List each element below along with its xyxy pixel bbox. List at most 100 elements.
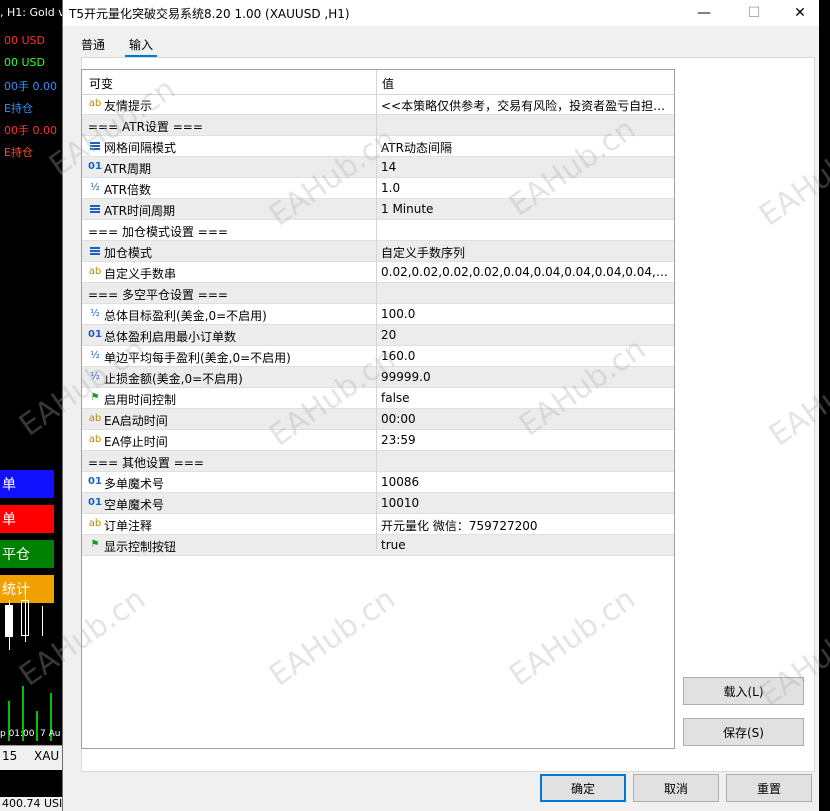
candle [21, 600, 29, 636]
input-name: 显示控制按钮 [104, 540, 177, 554]
background-terminal-right [818, 0, 830, 811]
column-header-value[interactable]: 值 [382, 75, 394, 92]
input-row[interactable]: 加仓模式 自定义手数序列 [82, 241, 674, 262]
column-separator[interactable] [376, 70, 377, 550]
input-row[interactable]: === 加仓模式设置 === [82, 220, 674, 241]
window-title: T5开元量化突破交易系统8.20 1.00 (XAUUSD ,H1) [69, 7, 350, 21]
input-value[interactable]: <<本策略仅供参考，交易有风险，投资者盈亏自担>> [381, 97, 671, 114]
input-name: 空单魔术号 [104, 498, 165, 512]
minimize-button[interactable]: — [681, 0, 727, 26]
string-type-icon: ab [88, 518, 102, 529]
chart-control-button[interactable]: 单 [0, 505, 54, 533]
input-name: ATR时间周期 [104, 204, 175, 218]
indicator-line: E持仓 [4, 102, 33, 115]
tab-inputs[interactable]: 输入 [125, 34, 158, 57]
input-value[interactable]: 23:59 [381, 433, 671, 447]
string-type-icon: ab [88, 98, 102, 109]
double-type-icon: ½ [90, 308, 100, 319]
input-value[interactable]: 开元量化 微信：759727200 [381, 517, 671, 534]
input-value[interactable]: true [381, 538, 671, 552]
input-value[interactable]: false [381, 391, 671, 405]
ok-button[interactable]: 确定 [540, 774, 626, 802]
input-value[interactable]: 20 [381, 328, 671, 342]
input-row[interactable]: ½ 止损金额(美金,0=不启用) 99999.0 [82, 367, 674, 388]
input-row[interactable]: 01 多单魔术号 10086 [82, 472, 674, 493]
input-value[interactable]: 10010 [381, 496, 671, 510]
input-row[interactable]: ab 订单注释 开元量化 微信：759727200 [82, 514, 674, 535]
close-button[interactable]: ✕ [777, 0, 823, 26]
input-value[interactable]: 自定义手数序列 [381, 244, 671, 261]
input-name: 总体盈利启用最小订单数 [104, 330, 237, 344]
input-name: 单边平均每手盈利(美金,0=不启用) [104, 351, 291, 365]
double-type-icon: ½ [90, 371, 100, 382]
input-row[interactable]: 01 ATR周期 14 [82, 157, 674, 178]
grid-header: 可变 值 [82, 70, 674, 95]
input-name: ATR周期 [104, 162, 151, 176]
chart-tab[interactable]: 15 [2, 749, 17, 763]
tab-common[interactable]: 普通 [77, 34, 109, 55]
input-row[interactable]: === 多空平仓设置 === [82, 283, 674, 304]
input-row[interactable]: 网格间隔模式 ATR动态间隔 [82, 136, 674, 157]
input-row[interactable]: ½ 单边平均每手盈利(美金,0=不启用) 160.0 [82, 346, 674, 367]
chart-control-button[interactable]: 单 [0, 470, 54, 498]
input-name: EA启动时间 [104, 414, 168, 428]
input-value[interactable]: 0.02,0.02,0.02,0.02,0.04,0.04,0.04,0.04,… [381, 265, 671, 279]
input-name: 自定义手数串 [104, 267, 177, 281]
chart-control-button[interactable]: 统计 [0, 575, 54, 603]
section-header: === 多空平仓设置 === [88, 288, 228, 302]
enum-type-icon [88, 140, 102, 152]
chart-tab[interactable]: XAU [34, 749, 59, 763]
ea-properties-dialog: T5开元量化突破交易系统8.20 1.00 (XAUUSD ,H1) — ☐ ✕… [62, 0, 819, 811]
candle-wick [42, 606, 43, 636]
chart-header: , H1: Gold v [0, 6, 62, 19]
section-header: === 加仓模式设置 === [88, 225, 228, 239]
input-name: 加仓模式 [104, 246, 153, 260]
load-button[interactable]: 载入(L) [683, 677, 804, 705]
candle [5, 605, 13, 637]
maximize-button[interactable]: ☐ [731, 0, 777, 26]
enum-type-icon [88, 203, 102, 215]
input-row[interactable]: ab EA启动时间 00:00 [82, 409, 674, 430]
chart-control-button[interactable]: 平仓 [0, 540, 54, 568]
input-row[interactable]: ab 自定义手数串 0.02,0.02,0.02,0.02,0.04,0.04,0.… [82, 262, 674, 283]
input-row[interactable]: 01 总体盈利启用最小订单数 20 [82, 325, 674, 346]
column-header-variable[interactable]: 可变 [89, 75, 113, 92]
time-label: p 01:00 [0, 729, 35, 739]
input-row[interactable]: ½ 总体目标盈利(美金,0=不启用) 100.0 [82, 304, 674, 325]
section-header: === 其他设置 === [88, 456, 204, 470]
input-row[interactable]: === ATR设置 === [82, 115, 674, 136]
input-value[interactable]: 1.0 [381, 181, 671, 195]
integer-type-icon: 01 [88, 161, 102, 172]
cancel-button[interactable]: 取消 [633, 774, 719, 802]
inputs-grid[interactable]: 可变 值 ab 友情提示 <<本策略仅供参考，交易有风险，投资者盈亏自担>> === … [81, 69, 675, 749]
time-label: 7 Au [40, 729, 61, 739]
input-row[interactable]: ⚑ 启用时间控制 false [82, 388, 674, 409]
input-row[interactable]: ab 友情提示 <<本策略仅供参考，交易有风险，投资者盈亏自担>> [82, 94, 674, 115]
title-bar[interactable]: T5开元量化突破交易系统8.20 1.00 (XAUUSD ,H1) — ☐ ✕ [63, 0, 819, 26]
input-row[interactable]: ab EA停止时间 23:59 [82, 430, 674, 451]
bool-type-icon: ⚑ [90, 539, 100, 550]
input-value[interactable]: 160.0 [381, 349, 671, 363]
input-row[interactable]: ⚑ 显示控制按钮 true [82, 535, 674, 556]
input-row[interactable]: ATR时间周期 1 Minute [82, 199, 674, 220]
save-button[interactable]: 保存(S) [683, 718, 804, 746]
input-value[interactable]: 14 [381, 160, 671, 174]
string-type-icon: ab [88, 413, 102, 424]
input-row[interactable]: ½ ATR倍数 1.0 [82, 178, 674, 199]
double-type-icon: ½ [90, 182, 100, 193]
bool-type-icon: ⚑ [90, 392, 100, 403]
indicator-line: E持仓 [4, 146, 33, 159]
input-name: 订单注释 [104, 519, 153, 533]
input-row[interactable]: 01 空单魔术号 10010 [82, 493, 674, 514]
input-value[interactable]: ATR动态间隔 [381, 139, 671, 156]
input-name: ATR倍数 [104, 183, 151, 197]
input-value[interactable]: 10086 [381, 475, 671, 489]
input-value[interactable]: 99999.0 [381, 370, 671, 384]
input-row[interactable]: === 其他设置 === [82, 451, 674, 472]
input-value[interactable]: 00:00 [381, 412, 671, 426]
input-value[interactable]: 1 Minute [381, 202, 671, 216]
reset-button[interactable]: 重置 [726, 774, 812, 802]
indicator-line: 00 USD [4, 34, 45, 47]
input-value[interactable]: 100.0 [381, 307, 671, 321]
input-name: 止损金额(美金,0=不启用) [104, 372, 243, 386]
